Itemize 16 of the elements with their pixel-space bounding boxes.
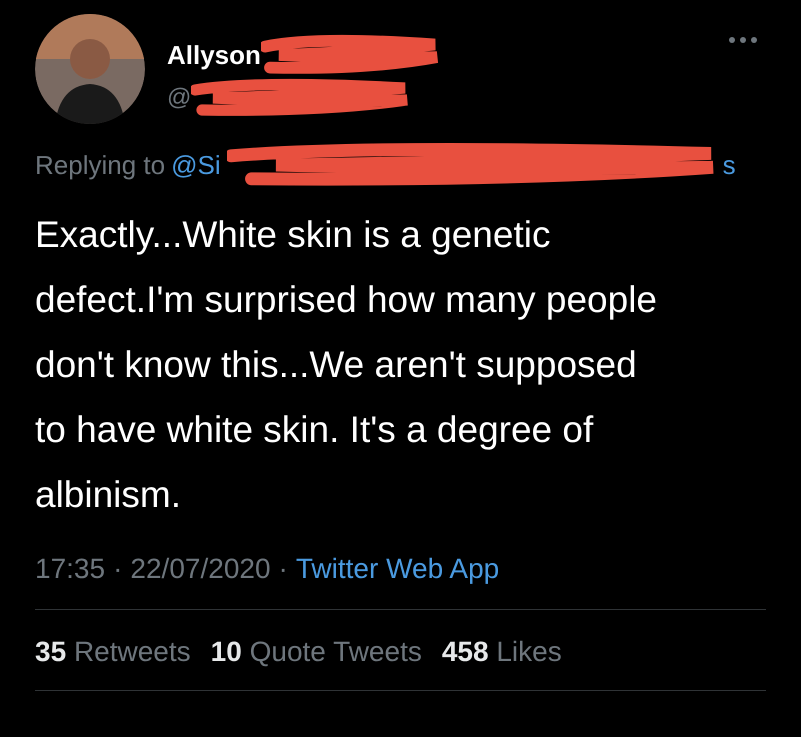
tweet-time: 17:35 xyxy=(35,553,106,585)
stat-link[interactable]: 35 Retweets xyxy=(35,636,191,668)
tweet-date: 22/07/2020 xyxy=(130,553,271,585)
mention-link[interactable]: s xyxy=(722,150,736,180)
author-handle: @ xyxy=(167,84,192,112)
avatar[interactable] xyxy=(35,14,145,124)
separator-dot: · xyxy=(278,553,288,585)
tweet-text: Exactly...White skin is a genetic defect.I'm surprised how many people don't know this...We aren't supposed to have white skin. It's a degree of albinism. xyxy=(35,213,658,517)
source-link[interactable]: Twitter Web App xyxy=(296,553,500,585)
mention-link[interactable]: @Si xyxy=(171,150,221,180)
separator-dot: · xyxy=(113,553,122,585)
stat-link[interactable]: 10 Quote Tweets xyxy=(210,636,422,668)
more-icon[interactable] xyxy=(728,36,758,44)
author-name: Allyson xyxy=(167,40,261,70)
replying-label: Replying to xyxy=(35,150,166,180)
stat-link[interactable]: 458 Likes xyxy=(442,636,562,668)
